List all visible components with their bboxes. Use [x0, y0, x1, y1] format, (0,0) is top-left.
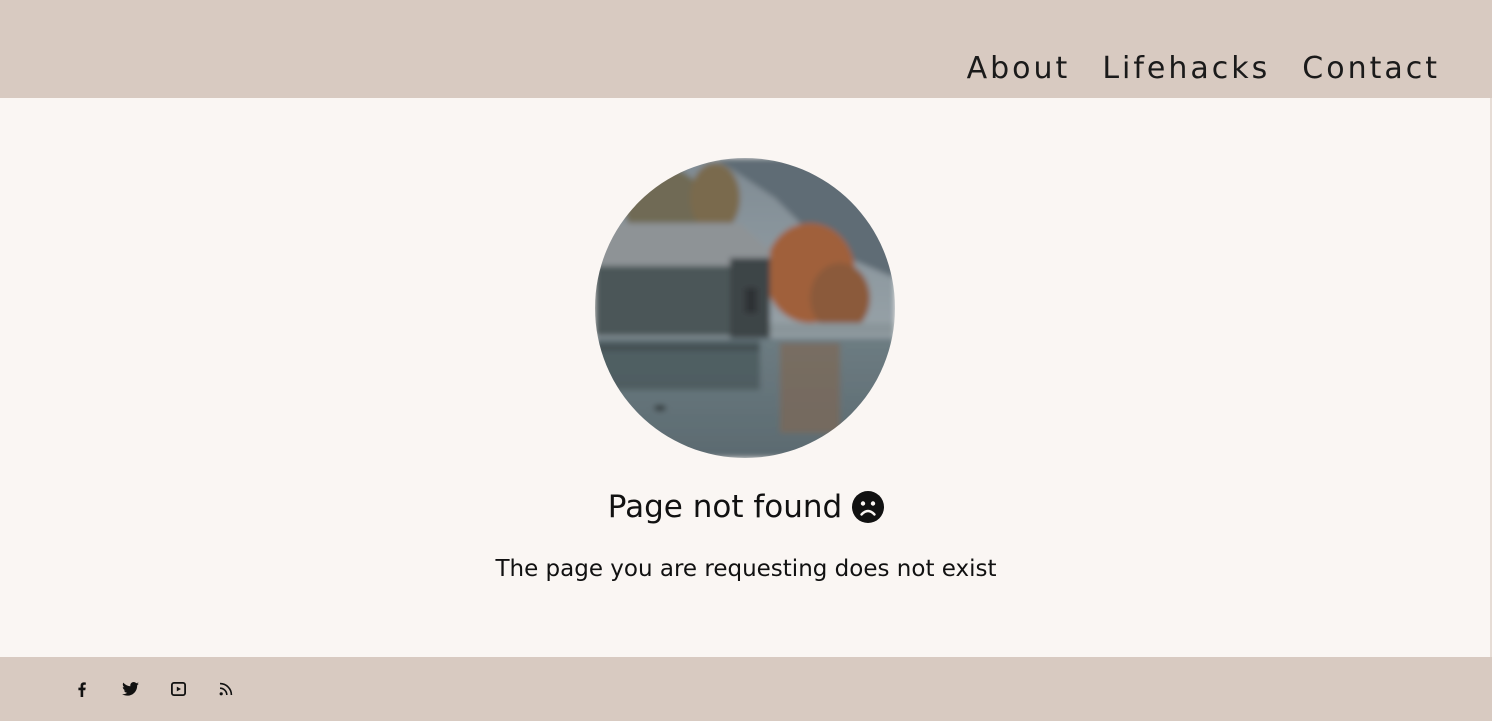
title-row: Page not found	[0, 489, 1492, 525]
youtube-icon[interactable]	[166, 677, 190, 701]
page-title: Page not found	[607, 489, 843, 525]
site-header: About Lifehacks Contact	[0, 0, 1492, 98]
site-footer	[0, 657, 1492, 721]
twitter-icon[interactable]	[118, 677, 142, 701]
facebook-icon[interactable]	[70, 677, 94, 701]
main-content: Page not found The page you are requesti…	[0, 98, 1492, 657]
page-subtitle: The page you are requesting does not exi…	[495, 556, 997, 582]
sad-face-icon	[852, 491, 885, 523]
social-links	[70, 677, 238, 701]
nav-link-lifehacks[interactable]: Lifehacks	[1102, 50, 1270, 88]
nav-link-about[interactable]: About	[967, 50, 1071, 88]
rss-icon[interactable]	[214, 677, 238, 701]
main-nav: About Lifehacks Contact	[967, 50, 1440, 88]
nav-link-contact[interactable]: Contact	[1302, 50, 1440, 88]
boathouse-lake-image	[595, 158, 895, 458]
